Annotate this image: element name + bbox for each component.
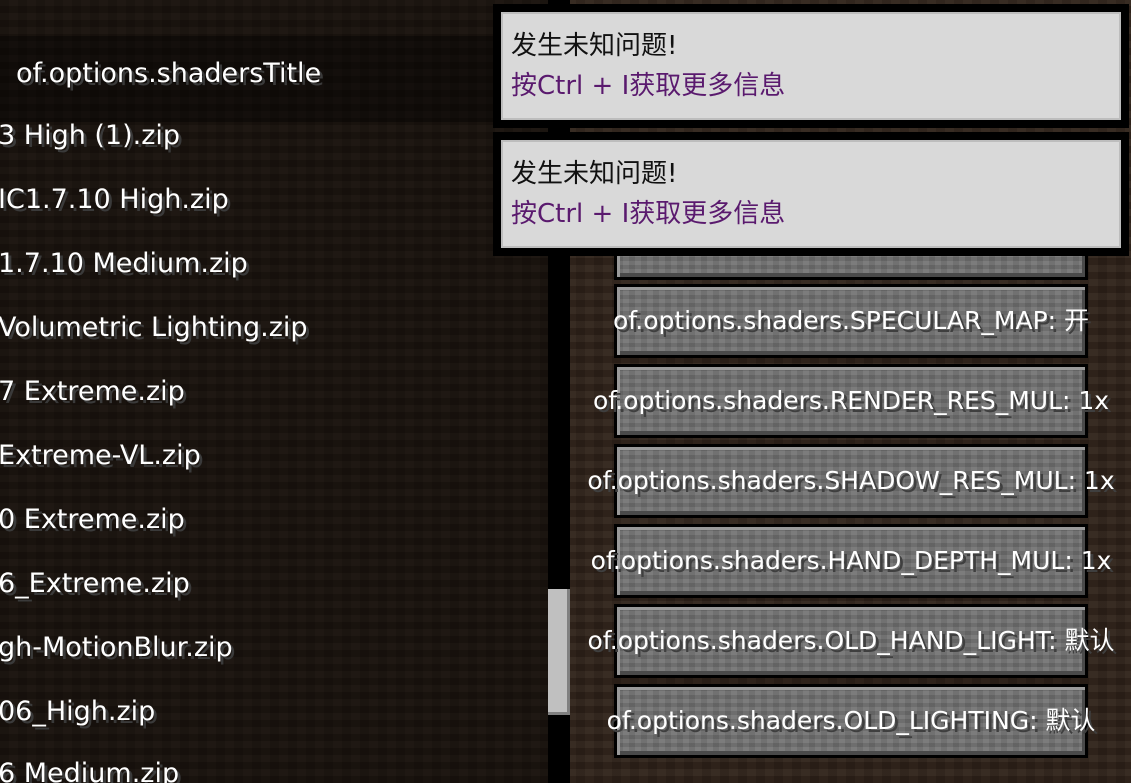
toast-message: 发生未知问题! — [511, 31, 678, 61]
shader-pack-item[interactable]: 6 Medium.zip — [0, 754, 179, 783]
shader-pack-item[interactable]: 3 High (1).zip — [0, 116, 180, 156]
option-label: of.options.shaders.RENDER_RES_MUL: 1x — [592, 386, 1110, 415]
toast-hint: 按Ctrl + I获取更多信息 — [511, 199, 786, 229]
toast-message: 发生未知问题! — [511, 159, 678, 189]
shader-pack-item[interactable]: 6_Extreme.zip — [0, 564, 190, 604]
screen-title: of.options.shadersTitle — [16, 58, 322, 89]
option-label: of.options.shaders.OLD_HAND_LIGHT: 默认 — [587, 626, 1115, 655]
shader-pack-item[interactable]: 06_High.zip — [0, 692, 155, 732]
shader-pack-item[interactable]: 1.7.10 Medium.zip — [0, 244, 248, 284]
shader-pack-item[interactable]: 0 Extreme.zip — [0, 500, 185, 540]
option-label: of.options.shaders.SHADOW_RES_MUL: 1x — [587, 466, 1115, 495]
shader-pack-item[interactable]: Volumetric Lighting.zip — [0, 308, 308, 348]
option-label: of.options.shaders.OLD_LIGHTING: 默认 — [606, 706, 1096, 735]
list-scrollbar-thumb[interactable] — [548, 589, 570, 715]
error-toast: 发生未知问题! 按Ctrl + I获取更多信息 — [493, 132, 1129, 256]
shader-pack-item[interactable]: Extreme-VL.zip — [0, 436, 201, 476]
shader-pack-item[interactable]: IC1.7.10 High.zip — [0, 180, 229, 220]
shader-pack-item[interactable]: gh-MotionBlur.zip — [0, 628, 233, 668]
option-label: of.options.shaders.HAND_DEPTH_MUL: 1x — [590, 546, 1112, 575]
shader-pack-item[interactable]: 7 Extreme.zip — [0, 372, 185, 412]
error-toast: 发生未知问题! 按Ctrl + I获取更多信息 — [493, 4, 1129, 128]
option-label: of.options.shaders.SPECULAR_MAP: 开 — [612, 306, 1090, 335]
toast-hint: 按Ctrl + I获取更多信息 — [511, 71, 786, 101]
